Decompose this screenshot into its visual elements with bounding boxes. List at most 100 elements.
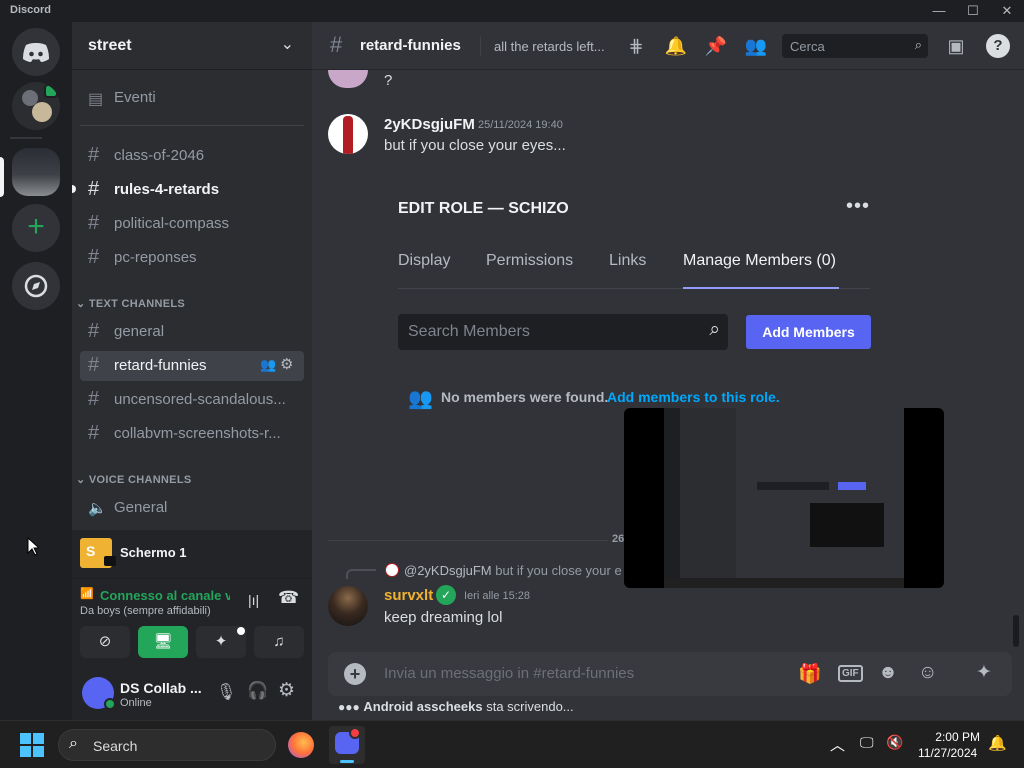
channel-general[interactable]: # general (80, 317, 304, 347)
empty-members-text: No members were found. (441, 389, 609, 405)
category-text-channels[interactable]: ⌄ TEXT CHANNELS (76, 297, 185, 310)
member-list-icon[interactable]: 👥 (744, 34, 768, 58)
firefox-icon[interactable] (288, 732, 314, 758)
reply-preview[interactable]: @2yKDsgjuFM but if you close your e (404, 563, 622, 578)
typing-user: Android asscheeks (363, 699, 483, 714)
channel-label: uncensored-scandalous... (114, 391, 286, 408)
channel-label: pc-reponses (114, 249, 197, 266)
windows-taskbar: ⌕ Search ︿ 🖵 🔇 2:00 PM 11/27/2024 🔔 (0, 720, 1024, 768)
message-text: keep dreaming lol (384, 609, 503, 626)
hash-icon: # (88, 178, 100, 200)
channel-collabvm-screenshots[interactable]: # collabvm-screenshots-r... (80, 419, 304, 449)
events-label: Eventi (114, 89, 156, 106)
voice-channel-name[interactable]: Da boys (sempre affidabili) (80, 605, 211, 617)
guild-name: street (88, 37, 132, 54)
avatar[interactable] (328, 114, 368, 154)
pin-icon[interactable]: 📌 (704, 34, 728, 58)
headphones-icon[interactable]: 🎧 (247, 681, 268, 701)
message-composer[interactable]: + Invia un messaggio in #retard-funnies … (328, 652, 1012, 696)
channel-rules-4-retards[interactable]: # rules-4-retards (80, 175, 304, 205)
disconnect-icon[interactable]: ☎ (278, 588, 299, 608)
guild-header[interactable]: street ⌄ (72, 22, 312, 70)
tab-display[interactable]: Display (398, 252, 450, 270)
discord-home-icon[interactable] (12, 28, 60, 76)
inbox-icon[interactable]: ▣ (944, 34, 968, 58)
message-author[interactable]: survxlt (384, 587, 433, 604)
camera-toggle-button[interactable]: ⊘ (80, 626, 130, 658)
volume-muted-icon[interactable]: 🔇 (886, 734, 903, 751)
user-settings-icon[interactable]: ⚙ (278, 679, 295, 702)
help-icon[interactable]: ? (986, 34, 1010, 58)
category-voice-channels[interactable]: ⌄ VOICE CHANNELS (76, 473, 191, 486)
maximize-button[interactable]: ☐ (956, 0, 990, 22)
more-options-icon[interactable]: ••• (846, 195, 870, 218)
search-box[interactable]: Cerca ⌕ (782, 34, 928, 58)
search-members-input[interactable]: Search Members ⌕ (398, 314, 728, 350)
tray-overflow-icon[interactable]: ︿ (830, 734, 845, 755)
add-server-icon[interactable]: + (12, 204, 60, 252)
hash-icon: # (88, 388, 100, 410)
sticker-icon[interactable]: ☻ (878, 662, 898, 684)
server-street-icon[interactable] (12, 148, 60, 196)
gear-icon[interactable]: ⚙ (280, 355, 293, 373)
channel-label: general (114, 323, 165, 340)
discord-taskbar-button[interactable] (329, 726, 365, 764)
rail-divider (10, 137, 42, 139)
clock-time[interactable]: 2:00 PM (920, 730, 980, 744)
message-author[interactable]: 2yKDsgjuFM (384, 116, 475, 133)
microphone-icon[interactable]: 🎙 (216, 682, 236, 702)
avatar[interactable] (328, 586, 368, 626)
online-status-dot (104, 698, 116, 710)
stream-preview[interactable]: S Schermo 1 (72, 530, 312, 576)
notification-badge (349, 727, 361, 739)
add-members-button[interactable]: Add Members (746, 315, 871, 349)
channel-political-compass[interactable]: # political-compass (80, 209, 304, 239)
gif-button[interactable]: GIF (838, 665, 863, 682)
stream-pip-screen (664, 408, 904, 588)
emoji-icon[interactable]: ☺ (918, 662, 937, 684)
explore-icon[interactable] (12, 262, 60, 310)
add-attachment-icon[interactable]: + (344, 663, 366, 685)
bell-icon[interactable]: 🔔 (664, 34, 688, 58)
add-members-link[interactable]: Add members to this role. (607, 389, 780, 405)
channel-topic[interactable]: all the retards left... (494, 39, 605, 54)
network-icon[interactable]: 🖵 (860, 734, 874, 751)
notification-bell-icon[interactable]: 🔔 (988, 734, 1007, 752)
gift-icon[interactable]: 🎁 (798, 662, 822, 686)
calendar-icon: ▤ (88, 91, 104, 108)
taskbar-search[interactable]: ⌕ Search (58, 729, 276, 761)
invite-icon[interactable]: 👥 (260, 357, 276, 373)
windows-start-icon[interactable] (20, 733, 44, 757)
channel-label: retard-funnies (114, 357, 207, 374)
unread-indicator (72, 185, 76, 193)
message-scrollbar[interactable] (1013, 615, 1019, 647)
channel-retard-funnies[interactable]: # retard-funnies 👥 ⚙ (80, 351, 304, 381)
server-1-icon[interactable] (12, 82, 60, 130)
close-window-button[interactable]: ✕ (990, 0, 1024, 22)
category-label: TEXT CHANNELS (88, 298, 186, 310)
message-timestamp: 25/11/2024 19:40 (478, 119, 563, 131)
tab-links[interactable]: Links (609, 252, 646, 270)
user-name[interactable]: DS Collab ... (120, 680, 202, 696)
tab-manage-members[interactable]: Manage Members (0) (683, 252, 836, 270)
channel-uncensored-scandalous[interactable]: # uncensored-scandalous... (80, 385, 304, 415)
channel-class-of-2046[interactable]: # class-of-2046 (80, 141, 304, 171)
header-divider (480, 36, 481, 56)
stream-pip-window[interactable] (624, 408, 944, 588)
screen-share-button[interactable]: 🖥 (138, 626, 188, 658)
title-bar: Discord — ☐ ✕ (0, 0, 1024, 22)
search-placeholder: Cerca (790, 39, 825, 54)
noise-suppression-icon[interactable]: |ı| (248, 592, 259, 608)
soundboard-button[interactable]: ♫ (254, 626, 304, 658)
threads-icon[interactable]: ⋕ (624, 34, 648, 58)
channel-pc-reponses[interactable]: # pc-reponses (80, 243, 304, 273)
activity-dot (237, 627, 245, 635)
apps-icon[interactable]: ✦ (976, 661, 992, 684)
voice-channel-general[interactable]: 🔈 General (80, 493, 304, 523)
minimize-button[interactable]: — (922, 0, 956, 22)
events-item[interactable]: ▤ Eventi (80, 83, 304, 113)
voice-status[interactable]: Connesso al canale vo (100, 588, 230, 603)
clock-date[interactable]: 11/27/2024 (918, 746, 977, 760)
hash-icon: # (330, 32, 343, 57)
tab-permissions[interactable]: Permissions (486, 252, 573, 270)
